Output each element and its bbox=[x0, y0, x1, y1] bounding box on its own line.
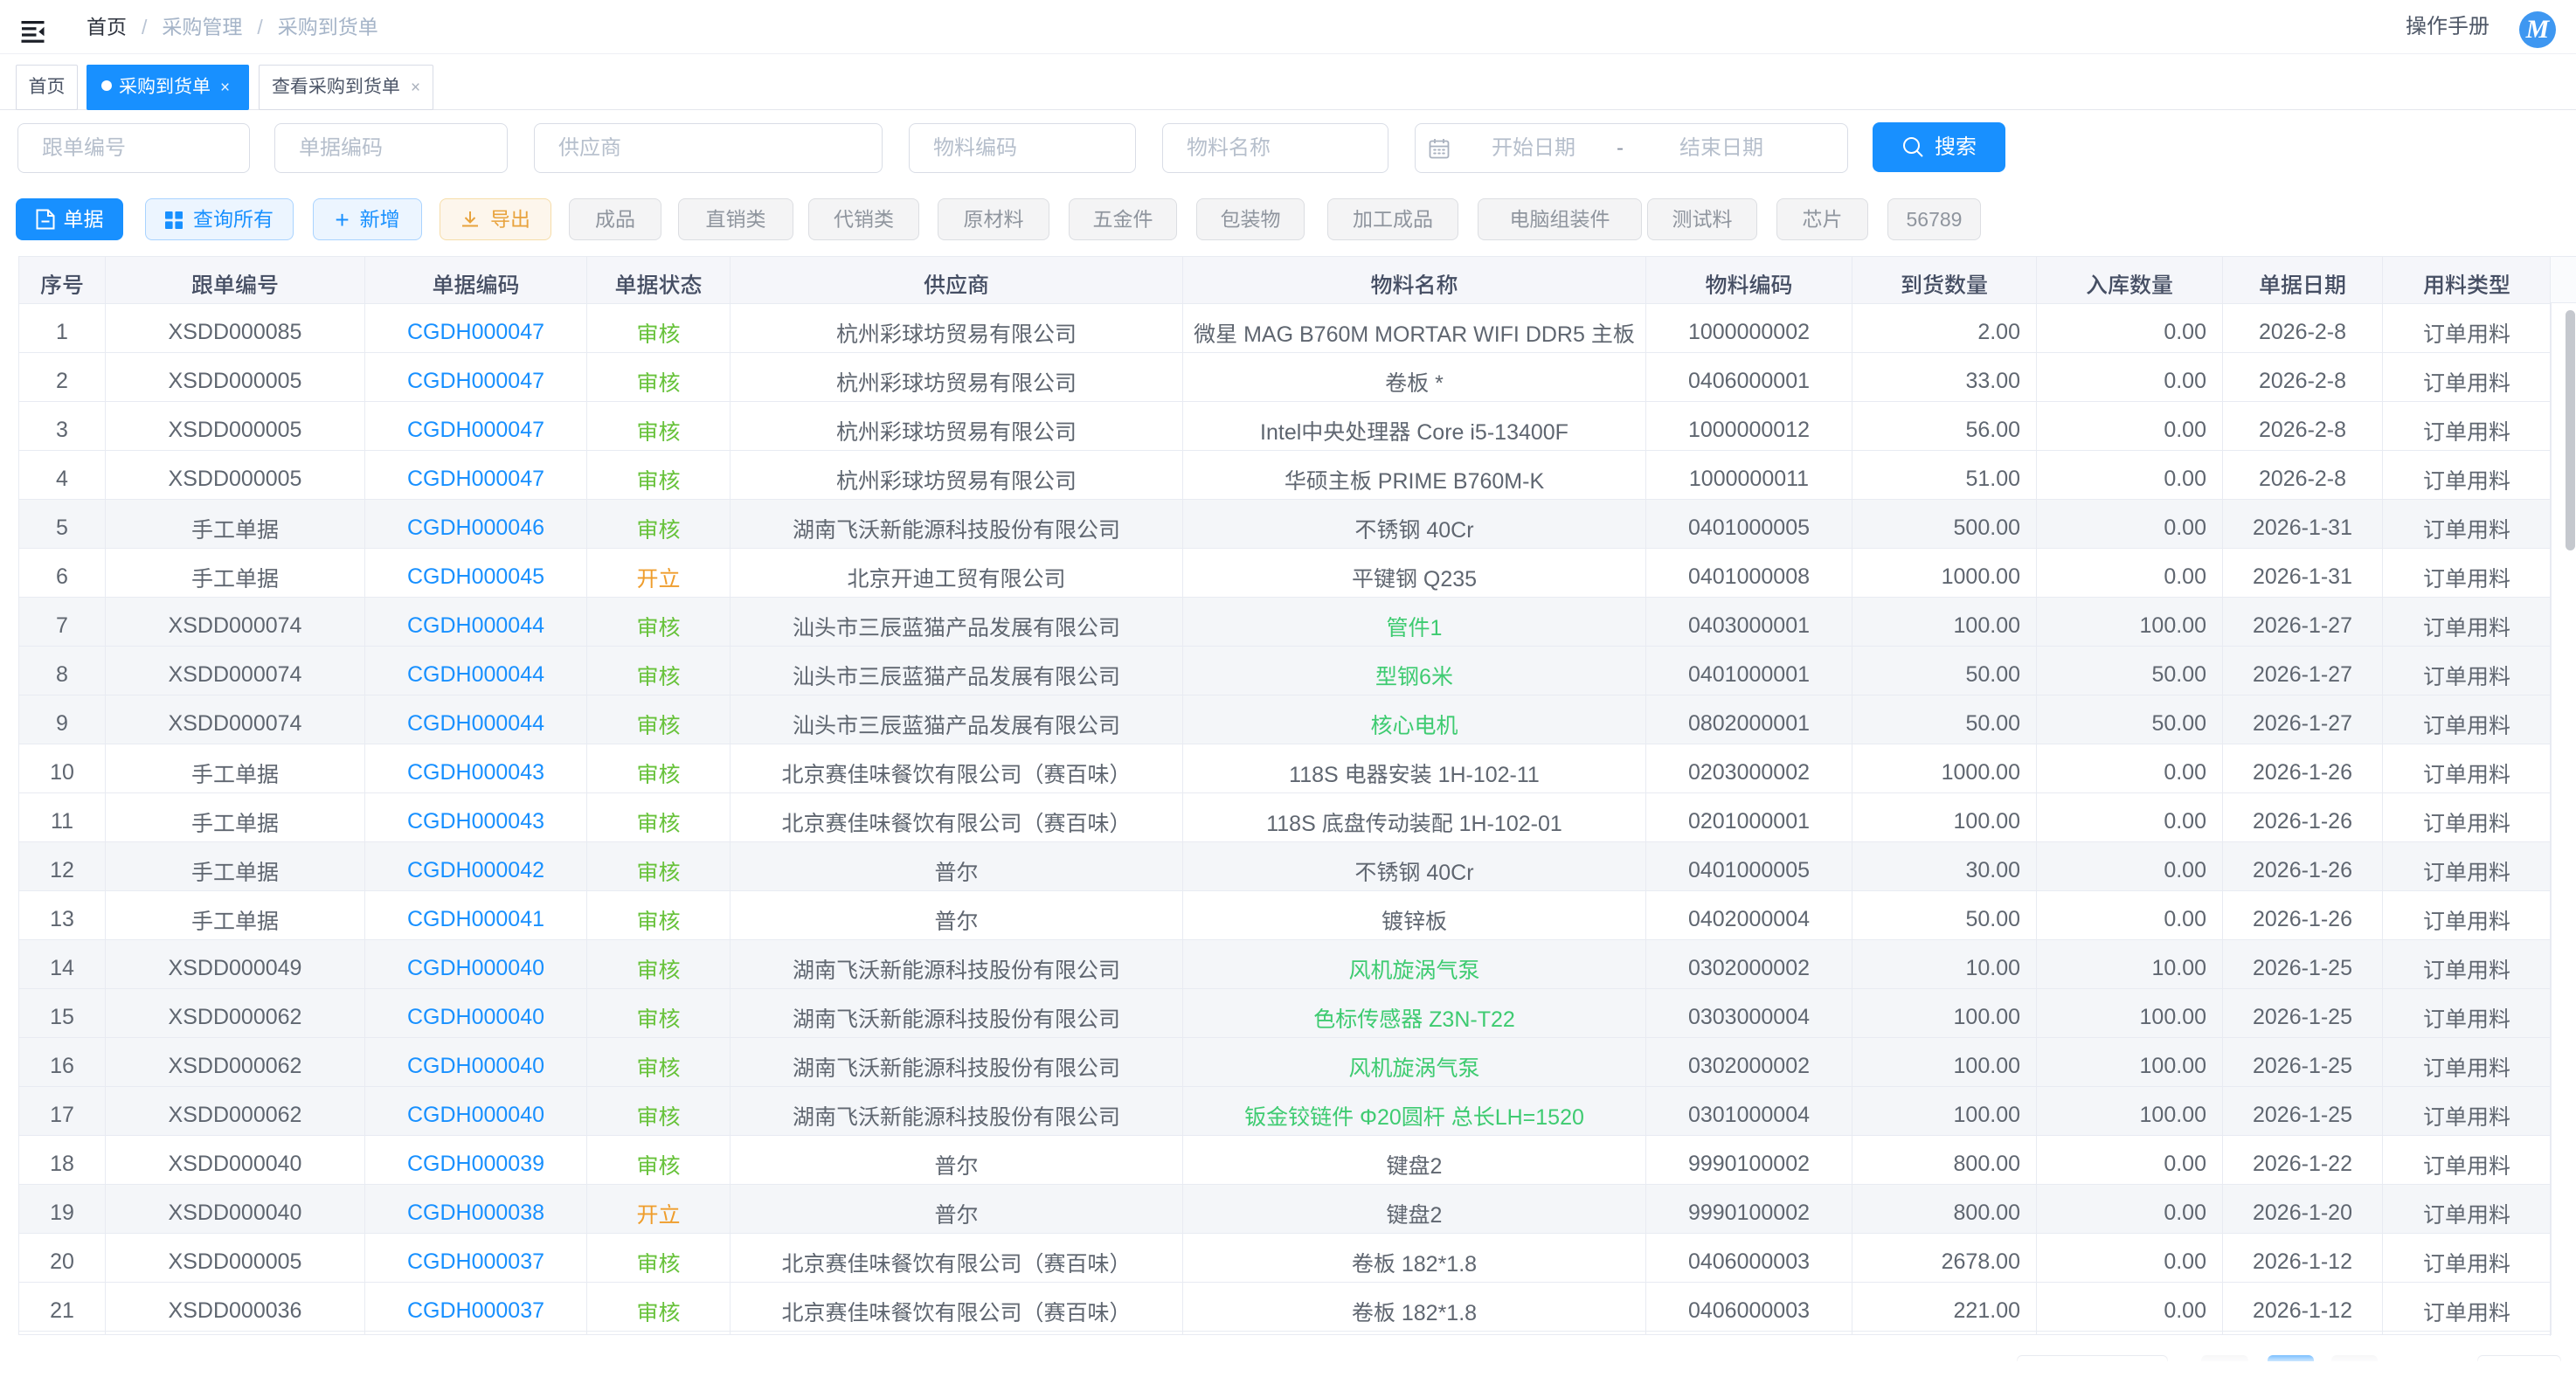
svg-text:M: M bbox=[2525, 15, 2551, 44]
